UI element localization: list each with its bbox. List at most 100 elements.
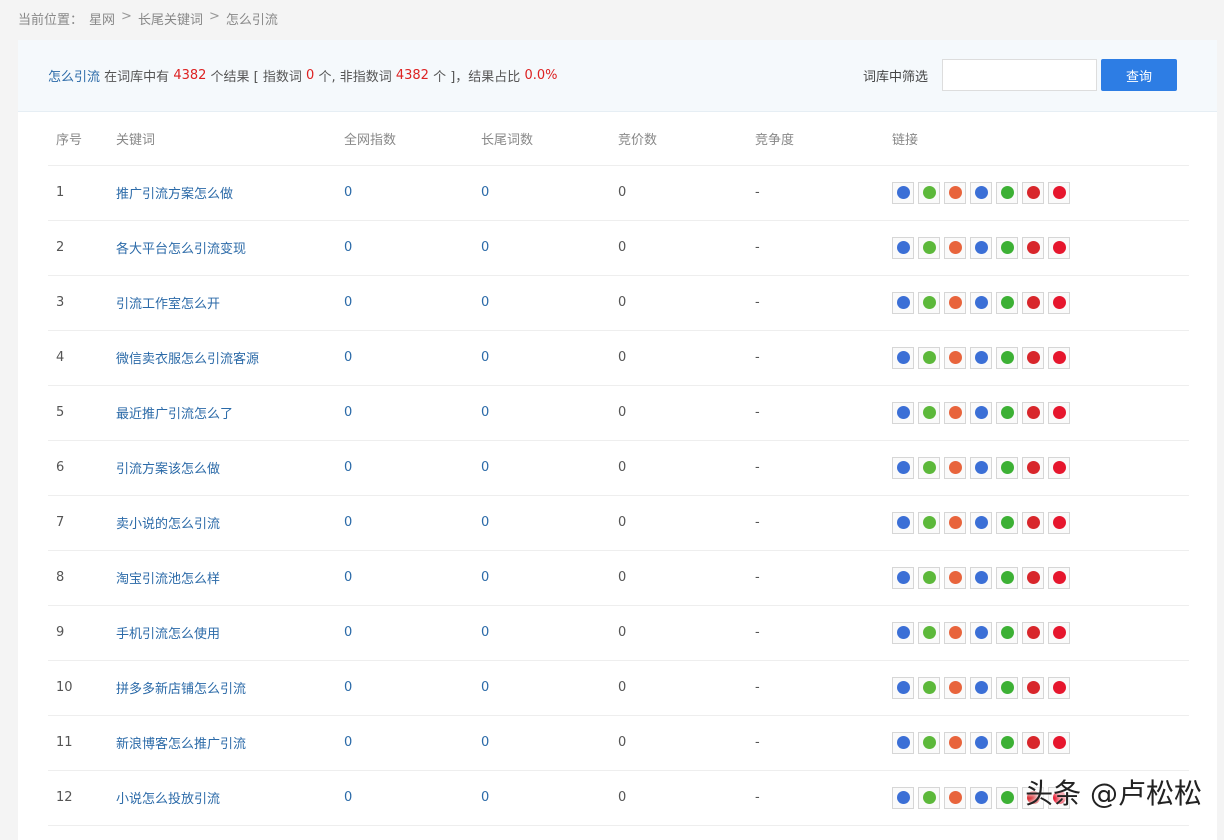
wechat-icon[interactable] bbox=[996, 567, 1018, 589]
wechat-icon[interactable] bbox=[996, 677, 1018, 699]
360-icon[interactable] bbox=[918, 567, 940, 589]
keyword-link[interactable]: 小说怎么投放引流 bbox=[116, 770, 344, 825]
baidu-mobile-icon[interactable] bbox=[970, 292, 992, 314]
toutiao-icon[interactable] bbox=[1022, 457, 1044, 479]
sogou-icon[interactable] bbox=[944, 732, 966, 754]
wechat-icon[interactable] bbox=[996, 402, 1018, 424]
keyword-link[interactable]: 各大平台怎么引流变现 bbox=[116, 220, 344, 275]
longtail-value[interactable]: 0 bbox=[481, 385, 618, 440]
baidu-mobile-icon[interactable] bbox=[970, 567, 992, 589]
baidu-mobile-icon[interactable] bbox=[970, 457, 992, 479]
toutiao-icon[interactable] bbox=[1022, 237, 1044, 259]
filter-input[interactable] bbox=[942, 59, 1097, 91]
baidu-icon[interactable] bbox=[892, 457, 914, 479]
baidu-mobile-icon[interactable] bbox=[970, 347, 992, 369]
index-value[interactable]: 0 bbox=[344, 275, 481, 330]
sogou-icon[interactable] bbox=[944, 512, 966, 534]
index-value[interactable]: 0 bbox=[344, 165, 481, 220]
toutiao-icon[interactable] bbox=[1022, 347, 1044, 369]
baidu-icon[interactable] bbox=[892, 292, 914, 314]
360-icon[interactable] bbox=[918, 182, 940, 204]
baidu-mobile-icon[interactable] bbox=[970, 237, 992, 259]
weibo-icon[interactable] bbox=[1048, 512, 1070, 534]
weibo-icon[interactable] bbox=[1048, 237, 1070, 259]
baidu-icon[interactable] bbox=[892, 787, 914, 809]
sogou-icon[interactable] bbox=[944, 347, 966, 369]
sogou-icon[interactable] bbox=[944, 457, 966, 479]
keyword-link[interactable]: 引流工作室怎么开 bbox=[116, 275, 344, 330]
index-value[interactable]: 0 bbox=[344, 440, 481, 495]
sogou-icon[interactable] bbox=[944, 237, 966, 259]
longtail-value[interactable]: 0 bbox=[481, 495, 618, 550]
index-value[interactable]: 0 bbox=[344, 770, 481, 825]
longtail-value[interactable]: 0 bbox=[481, 220, 618, 275]
keyword-link[interactable]: 卖小说的怎么引流 bbox=[116, 495, 344, 550]
index-value[interactable]: 0 bbox=[344, 330, 481, 385]
keyword-link[interactable]: 新浪博客怎么推广引流 bbox=[116, 715, 344, 770]
wechat-icon[interactable] bbox=[996, 787, 1018, 809]
index-value[interactable]: 0 bbox=[344, 715, 481, 770]
breadcrumb-item-longtail[interactable]: 长尾关键词 bbox=[138, 9, 203, 28]
baidu-mobile-icon[interactable] bbox=[970, 512, 992, 534]
360-icon[interactable] bbox=[918, 512, 940, 534]
360-icon[interactable] bbox=[918, 402, 940, 424]
index-value[interactable]: 0 bbox=[344, 220, 481, 275]
baidu-icon[interactable] bbox=[892, 237, 914, 259]
weibo-icon[interactable] bbox=[1048, 292, 1070, 314]
baidu-icon[interactable] bbox=[892, 732, 914, 754]
longtail-value[interactable]: 0 bbox=[481, 605, 618, 660]
baidu-icon[interactable] bbox=[892, 402, 914, 424]
index-value[interactable]: 0 bbox=[344, 660, 481, 715]
360-icon[interactable] bbox=[918, 732, 940, 754]
baidu-mobile-icon[interactable] bbox=[970, 402, 992, 424]
index-value[interactable]: 0 bbox=[344, 550, 481, 605]
longtail-value[interactable]: 0 bbox=[481, 165, 618, 220]
longtail-value[interactable]: 0 bbox=[481, 715, 618, 770]
baidu-icon[interactable] bbox=[892, 182, 914, 204]
baidu-icon[interactable] bbox=[892, 347, 914, 369]
360-icon[interactable] bbox=[918, 237, 940, 259]
wechat-icon[interactable] bbox=[996, 732, 1018, 754]
360-icon[interactable] bbox=[918, 622, 940, 644]
weibo-icon[interactable] bbox=[1048, 457, 1070, 479]
baidu-icon[interactable] bbox=[892, 512, 914, 534]
360-icon[interactable] bbox=[918, 787, 940, 809]
toutiao-icon[interactable] bbox=[1022, 732, 1044, 754]
index-value[interactable]: 0 bbox=[344, 605, 481, 660]
baidu-icon[interactable] bbox=[892, 622, 914, 644]
toutiao-icon[interactable] bbox=[1022, 677, 1044, 699]
weibo-icon[interactable] bbox=[1048, 402, 1070, 424]
wechat-icon[interactable] bbox=[996, 512, 1018, 534]
wechat-icon[interactable] bbox=[996, 292, 1018, 314]
sogou-icon[interactable] bbox=[944, 402, 966, 424]
longtail-value[interactable]: 0 bbox=[481, 440, 618, 495]
weibo-icon[interactable] bbox=[1048, 567, 1070, 589]
weibo-icon[interactable] bbox=[1048, 677, 1070, 699]
baidu-mobile-icon[interactable] bbox=[970, 182, 992, 204]
longtail-value[interactable]: 0 bbox=[481, 660, 618, 715]
weibo-icon[interactable] bbox=[1048, 622, 1070, 644]
toutiao-icon[interactable] bbox=[1022, 182, 1044, 204]
toutiao-icon[interactable] bbox=[1022, 567, 1044, 589]
wechat-icon[interactable] bbox=[996, 237, 1018, 259]
longtail-value[interactable]: 0 bbox=[481, 330, 618, 385]
baidu-mobile-icon[interactable] bbox=[970, 732, 992, 754]
keyword-link[interactable]: 手机引流怎么使用 bbox=[116, 605, 344, 660]
sogou-icon[interactable] bbox=[944, 622, 966, 644]
360-icon[interactable] bbox=[918, 677, 940, 699]
sogou-icon[interactable] bbox=[944, 567, 966, 589]
keyword-link[interactable]: 微信卖衣服怎么引流客源 bbox=[116, 330, 344, 385]
baidu-icon[interactable] bbox=[892, 677, 914, 699]
360-icon[interactable] bbox=[918, 347, 940, 369]
wechat-icon[interactable] bbox=[996, 622, 1018, 644]
360-icon[interactable] bbox=[918, 292, 940, 314]
baidu-icon[interactable] bbox=[892, 567, 914, 589]
360-icon[interactable] bbox=[918, 457, 940, 479]
keyword-link[interactable]: 淘宝引流池怎么样 bbox=[116, 550, 344, 605]
longtail-value[interactable]: 0 bbox=[481, 550, 618, 605]
keyword-link[interactable]: 最近推广引流怎么了 bbox=[116, 385, 344, 440]
toutiao-icon[interactable] bbox=[1022, 292, 1044, 314]
wechat-icon[interactable] bbox=[996, 347, 1018, 369]
toutiao-icon[interactable] bbox=[1022, 622, 1044, 644]
baidu-mobile-icon[interactable] bbox=[970, 787, 992, 809]
